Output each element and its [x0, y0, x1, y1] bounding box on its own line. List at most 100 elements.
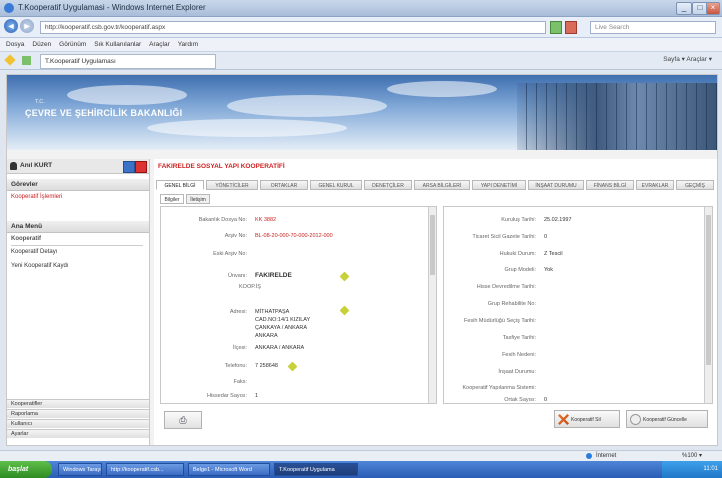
field-label: Kooperatif Yapılanma Sistemi:	[462, 385, 536, 391]
delete-cooperative-button[interactable]: Kooperatif Sil	[554, 410, 620, 428]
tab-construction-status[interactable]: İNŞAAT DURUMU	[528, 180, 584, 190]
taskbar-item[interactable]: http://kooperatif.csb...	[106, 463, 184, 476]
minimize-button[interactable]: _	[676, 2, 692, 15]
menu-bar: Dosya Düzen Görünüm Sık Kullanılanlar Ar…	[0, 38, 722, 52]
address-line: CAD.NO:14/1 KIZILAY	[255, 317, 311, 323]
tab-history[interactable]: GEÇMİŞ	[676, 180, 714, 190]
browser-tab[interactable]: T.Kooperatif Uygulaması	[40, 54, 216, 69]
ie-logo-icon	[4, 3, 14, 13]
user-icon	[10, 162, 17, 170]
tab-managers[interactable]: YÖNETİCİLER	[206, 180, 258, 190]
zone-label: İnternet	[596, 453, 617, 459]
forward-button[interactable]: ►	[20, 19, 34, 33]
tab-general-assembly[interactable]: GENEL KURUL	[310, 180, 362, 190]
field-value: Z Tescil	[544, 251, 563, 257]
window-restore-icon[interactable]	[123, 161, 135, 173]
field-value: Yok	[544, 267, 553, 273]
field-label: Ticaret Sicil Gazete Tarihi:	[472, 234, 536, 240]
section-tasks-header[interactable]: Görevler	[7, 179, 149, 191]
sidebar-item-new-cooperative[interactable]: Yeni Kooperatif Kaydı	[11, 263, 69, 269]
edit-pencil-icon[interactable]	[339, 271, 350, 282]
back-button[interactable]: ◄	[4, 19, 18, 33]
detail-panel-left: Bakanlık Dosya No: KK 3882 Arşiv No: BL-…	[160, 206, 437, 404]
tab-general[interactable]: GENEL BİLGİ	[156, 180, 204, 190]
tab-auditors[interactable]: DENETÇİLER	[364, 180, 412, 190]
update-button-label: Kooperatif Güncelle	[643, 417, 687, 423]
field-value-archive-no: BL-08-20-000-70-000-2012-000	[255, 233, 333, 239]
scrollbar-left[interactable]	[428, 207, 436, 403]
sidebar-item-cooperative-detail[interactable]: Kooperatif Detayı	[11, 249, 57, 255]
field-label: Ünvanı:	[228, 273, 247, 279]
menu-edit[interactable]: Düzen	[32, 38, 51, 51]
taskbar-item-active[interactable]: T.Kooperatif Uygulama	[274, 463, 358, 476]
subtab-contact[interactable]: İletişim	[186, 194, 210, 204]
field-label: Bakanlık Dosya No:	[198, 217, 247, 223]
field-label: Grup Rehabilite No:	[487, 301, 536, 307]
edit-pencil-icon[interactable]	[287, 361, 298, 372]
menu-tools[interactable]: Araçlar	[149, 38, 170, 51]
field-label: Grup Modeli:	[504, 267, 537, 273]
clock: 11:01	[703, 466, 718, 472]
field-label: Hissedar Sayısı:	[206, 393, 247, 399]
tab-documents[interactable]: EVRAKLAR	[636, 180, 674, 190]
field-value-file-no: KK 3882	[255, 217, 277, 223]
section-main-menu-header[interactable]: Ana Menü	[7, 221, 149, 233]
main-content: FAKIRELDE SOSYAL YAPI KOOPERATİFİ GENEL …	[154, 159, 717, 445]
update-cooperative-button[interactable]: Kooperatif Güncelle	[626, 410, 708, 428]
delete-button-label: Kooperatif Sil	[571, 417, 601, 423]
sidebar-group-cooperative[interactable]: Kooperatif	[11, 236, 41, 242]
field-label: Adresi:	[229, 309, 247, 315]
taskbar: başlat Windows Tarayıcı http://kooperati…	[0, 461, 722, 478]
field-value-district: ANKARA / ANKARA	[255, 345, 305, 351]
zoom-level[interactable]: %100 ▾	[682, 451, 702, 461]
subtab-info[interactable]: Bilgiler	[160, 194, 184, 204]
address-bar: ◄ ► http://kooperatif.csb.gov.tr/koopera…	[0, 17, 722, 38]
status-bar: İnternet %100 ▾	[0, 450, 722, 461]
tab-construction-audit[interactable]: YAPI DENETİMİ	[472, 180, 526, 190]
search-input[interactable]: Live Search	[590, 21, 716, 34]
tab-bar: GENEL BİLGİ YÖNETİCİLER ORTAKLAR GENEL K…	[156, 180, 715, 190]
start-button[interactable]: başlat	[0, 461, 52, 478]
print-button[interactable]: ⎙	[164, 411, 202, 429]
internet-zone-icon	[586, 453, 592, 459]
page-title: FAKIRELDE SOSYAL YAPI KOOPERATİFİ	[158, 163, 285, 170]
field-label: Hisse Devredilme Tarihi:	[476, 284, 536, 290]
ministry-sub: T.C.	[35, 99, 45, 105]
logout-icon[interactable]	[135, 161, 147, 173]
left-sidebar: Anıl KURT Görevler Kooperatif İşlemleri …	[7, 159, 150, 445]
page-viewport: T.C. ÇEVRE VE ŞEHİRCİLİK BAKANLIĞI Anıl …	[6, 74, 718, 446]
taskbar-item[interactable]: Windows Tarayıcı	[58, 463, 102, 476]
scrollbar-right[interactable]	[704, 207, 712, 403]
menu-file[interactable]: Dosya	[6, 38, 24, 51]
field-label: Eski Arşiv No:	[213, 251, 247, 257]
tab-land-info[interactable]: ARSA BİLGİLERİ	[414, 180, 470, 190]
refresh-icon[interactable]	[550, 21, 562, 34]
field-value: 0	[544, 397, 548, 403]
url-input[interactable]: http://kooperatif.csb.gov.tr/kooperatif.…	[40, 21, 546, 34]
field-value-phone: 7 258648	[255, 363, 278, 369]
taskbar-item[interactable]: Belge1 - Microsoft Word	[188, 463, 270, 476]
stop-icon[interactable]	[565, 21, 577, 34]
add-favorite-icon[interactable]	[22, 56, 31, 65]
address-line: ANKARA	[255, 333, 278, 339]
favorites-star-icon[interactable]	[4, 54, 16, 66]
tab-finance[interactable]: FİNANS BİLGİ	[586, 180, 634, 190]
toolbar-tools[interactable]: Sayfa ▾ Araçlar ▾	[663, 55, 712, 63]
tab-partners[interactable]: ORTAKLAR	[260, 180, 308, 190]
sidebar-item-cooperative-ops[interactable]: Kooperatif İşlemleri	[11, 194, 62, 200]
sidebar-bottom-item[interactable]: Kullanıcı	[7, 419, 149, 428]
action-bar: ⎙ Kooperatif Sil Kooperatif Güncelle	[160, 405, 711, 435]
field-label: İlçesi:	[232, 345, 247, 351]
menu-view[interactable]: Görünüm	[59, 38, 86, 51]
detail-panel-right: Kuruluş Tarihi: 25.02.1997 Ticaret Sicil…	[443, 206, 713, 404]
close-button[interactable]: ×	[706, 2, 720, 15]
sidebar-bottom-item[interactable]: Raporlama	[7, 409, 149, 418]
sidebar-bottom-item[interactable]: Ayarlar	[7, 429, 149, 438]
field-label: Telefonu:	[224, 363, 247, 369]
menu-favorites[interactable]: Sık Kullanılanlar	[94, 38, 141, 51]
sidebar-bottom-item[interactable]: Kooperatifler	[7, 399, 149, 408]
field-label: İnşaat Durumu:	[498, 369, 536, 375]
edit-pencil-icon[interactable]	[339, 305, 350, 316]
field-label: Faks:	[233, 379, 247, 385]
menu-help[interactable]: Yardım	[178, 38, 198, 51]
